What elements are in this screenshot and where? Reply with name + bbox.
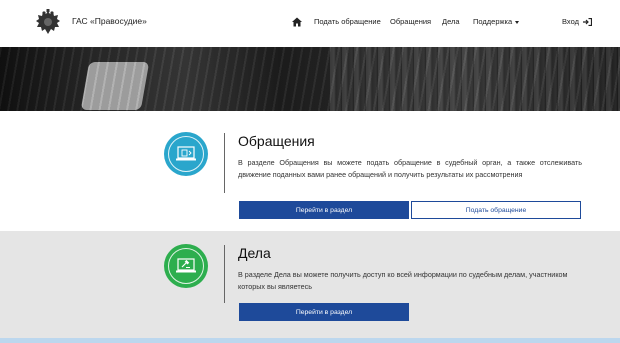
banner-texture	[0, 47, 620, 111]
site-header: ГАС «Правосудие» Подать обращение Обраще…	[0, 0, 620, 47]
section-description: В разделе Дела вы можете получить доступ…	[238, 270, 568, 291]
section-cases: Дела В разделе Дела вы можете получить д…	[0, 231, 620, 338]
laptop-gavel-icon	[176, 258, 196, 273]
section-appeals: Обращения В разделе Обращения вы можете …	[0, 111, 620, 231]
nav-appeals[interactable]: Обращения	[390, 17, 431, 26]
nav-login[interactable]: Вход	[562, 17, 593, 27]
next-section-edge	[0, 338, 620, 343]
appeals-icon-circle	[164, 132, 208, 176]
nav-support-label: Поддержка	[473, 17, 513, 26]
section-title: Дела	[238, 245, 271, 261]
go-to-appeals-button[interactable]: Перейти в раздел	[239, 201, 409, 219]
cases-icon-circle	[164, 244, 208, 288]
hero-banner	[0, 47, 620, 111]
nav-submit-appeal[interactable]: Подать обращение	[314, 17, 381, 26]
section-title: Обращения	[238, 133, 315, 149]
chevron-down-icon	[515, 20, 520, 24]
nav-login-label: Вход	[562, 17, 579, 26]
brand-title[interactable]: ГАС «Правосудие»	[72, 16, 147, 26]
submit-appeal-button[interactable]: Подать обращение	[411, 201, 581, 219]
home-icon[interactable]	[292, 17, 302, 27]
nav-support[interactable]: Поддержка	[473, 17, 520, 26]
nav-cases[interactable]: Дела	[442, 17, 460, 26]
sign-in-icon	[583, 18, 593, 27]
section-description: В разделе Обращения вы можете подать обр…	[238, 158, 582, 179]
section-divider	[224, 133, 225, 193]
laptop-document-icon	[176, 146, 196, 161]
coat-of-arms-logo[interactable]	[33, 8, 63, 38]
section-divider	[224, 245, 225, 303]
go-to-cases-button[interactable]: Перейти в раздел	[239, 303, 409, 321]
